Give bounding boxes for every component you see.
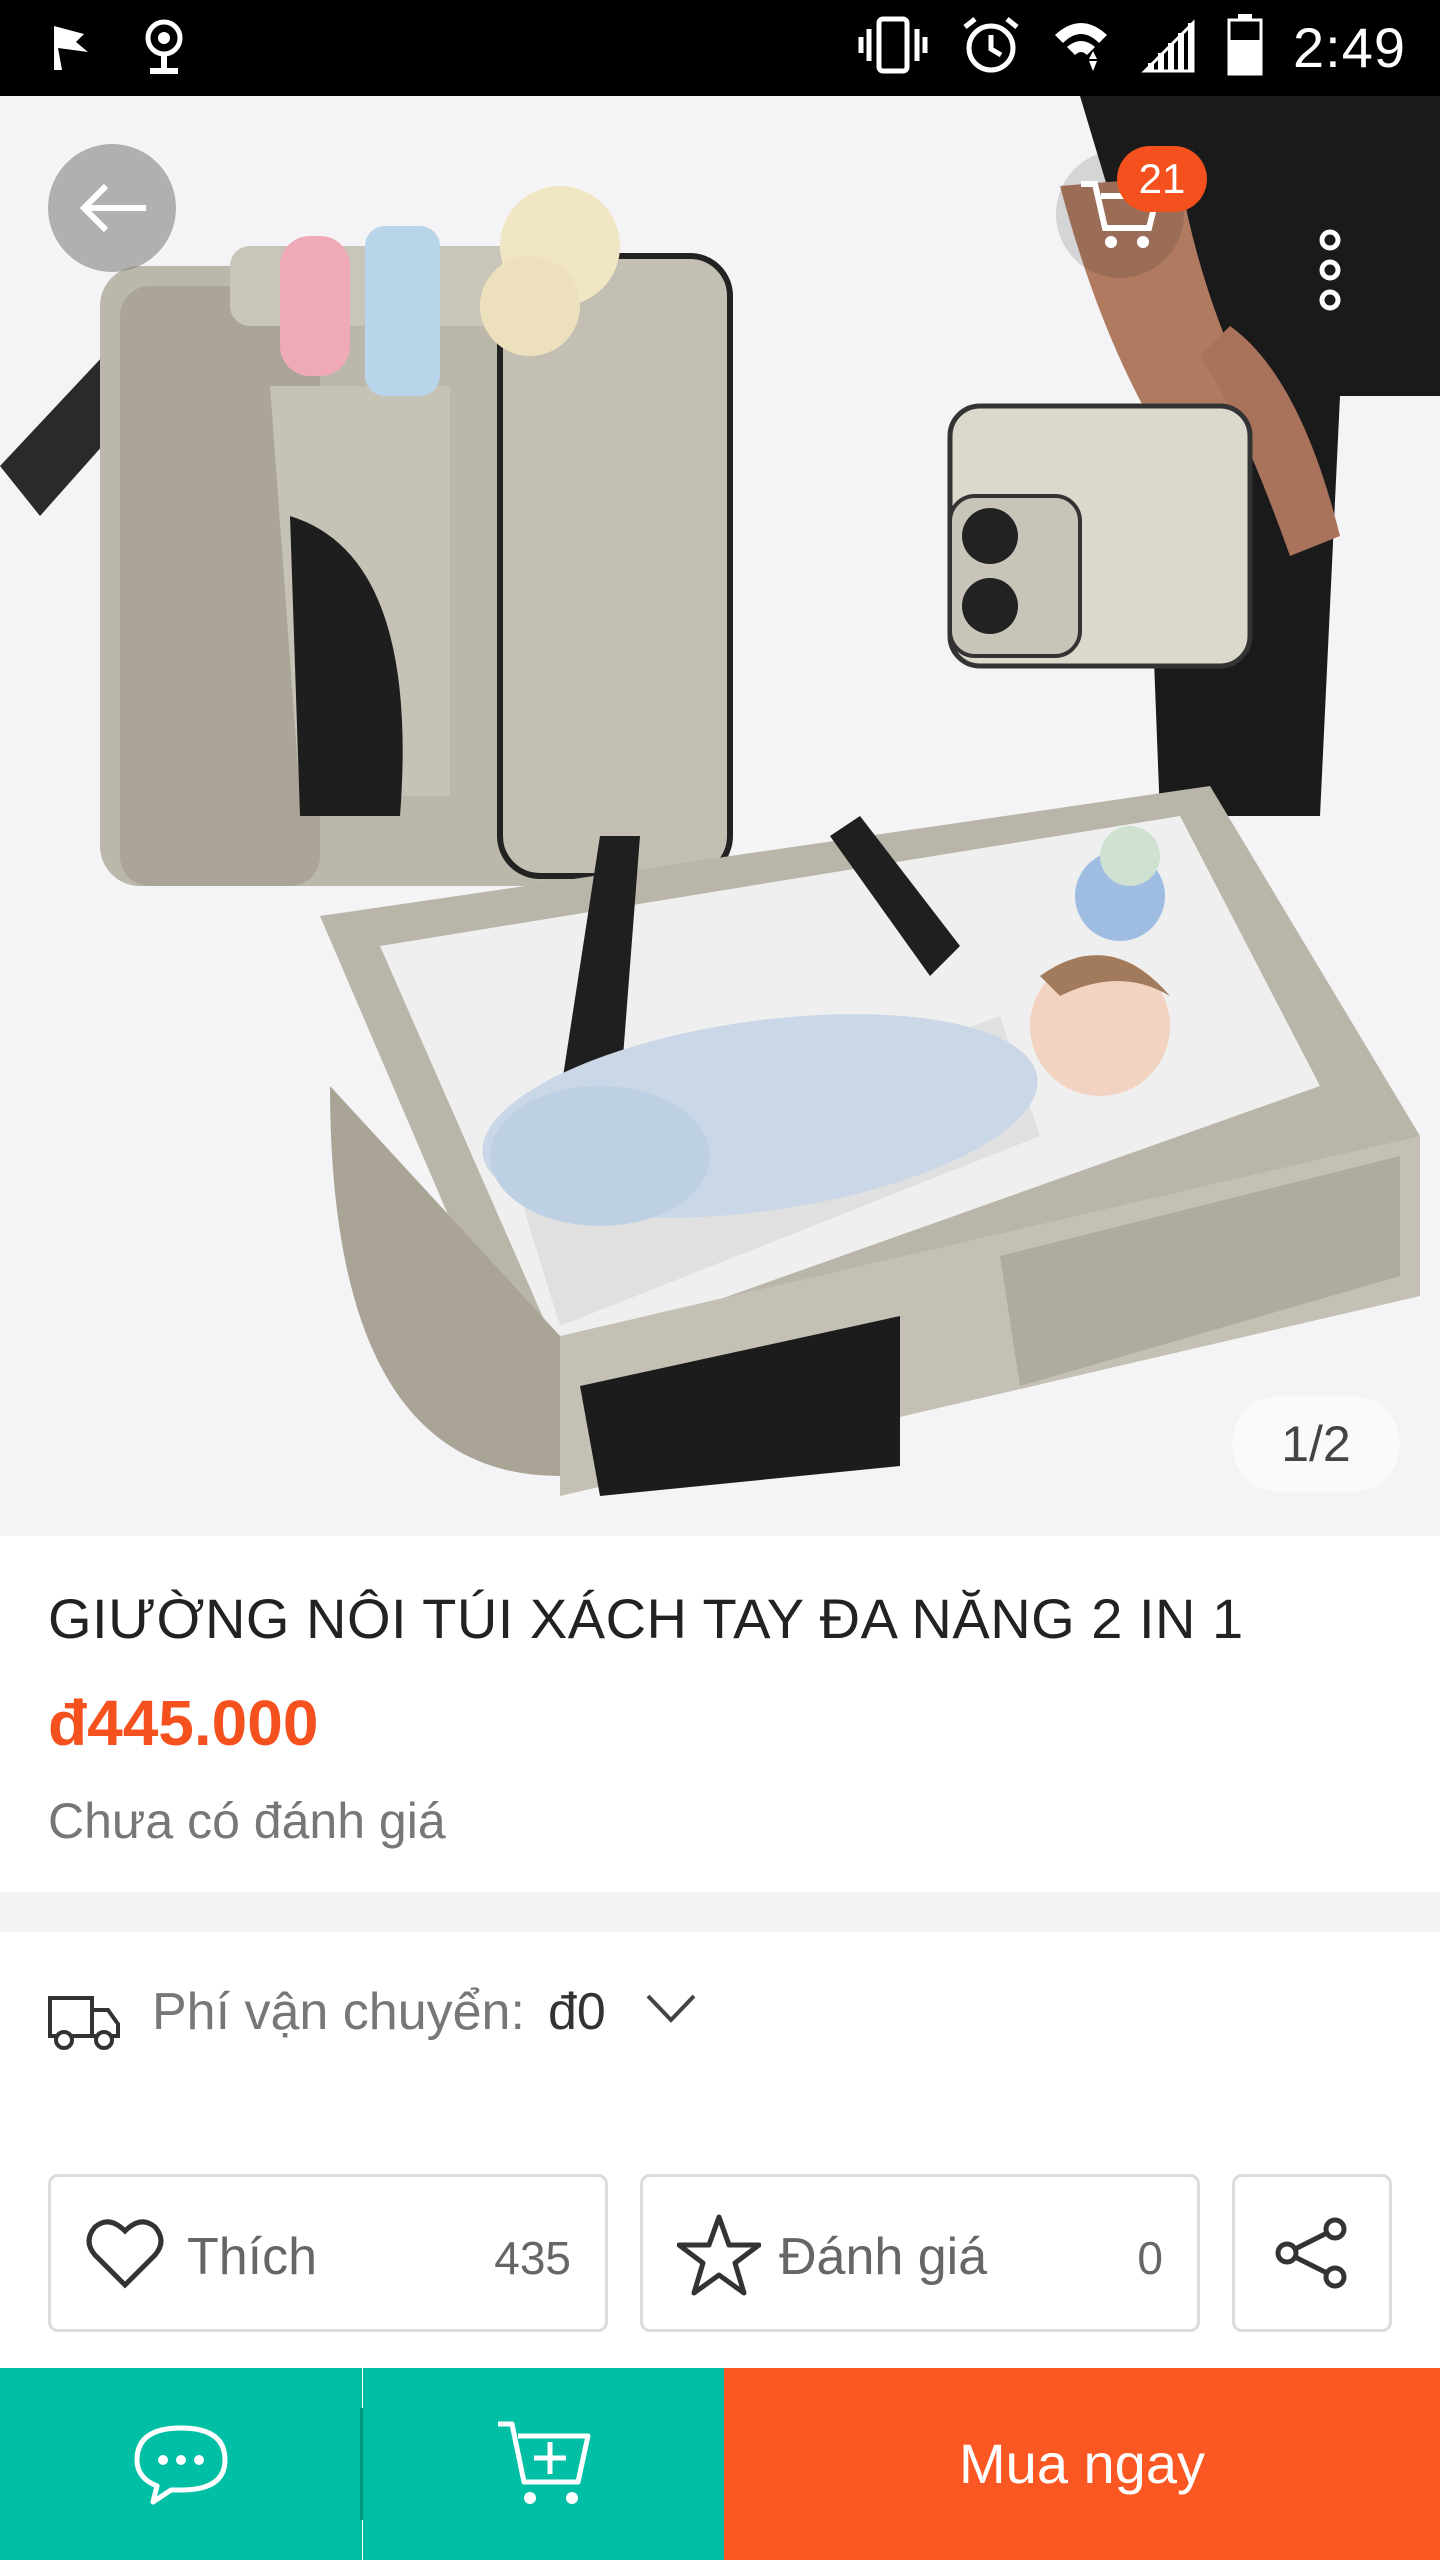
- battery-icon: [1227, 14, 1263, 81]
- shipping-row[interactable]: Phí vận chuyển: đ0: [0, 1932, 1440, 2152]
- back-button[interactable]: [48, 144, 176, 272]
- share-icon: [1273, 2217, 1353, 2294]
- chat-bubble-icon: [134, 2425, 228, 2505]
- alarm-icon: [961, 15, 1021, 80]
- rate-button[interactable]: Đánh giá 0: [640, 2174, 1200, 2332]
- like-button[interactable]: Thích 435: [48, 2174, 608, 2332]
- product-title: GIƯỜNG NÔI TÚI XÁCH TAY ĐA NĂNG 2 IN 1: [48, 1587, 1244, 1650]
- vibrate-icon: [855, 15, 931, 80]
- action-buttons: Thích 435 Đánh giá 0: [0, 2152, 1440, 2368]
- image-pager-indicator: 1/2: [1232, 1396, 1400, 1492]
- shipping-fee-label: Phí vận chuyển:: [152, 1983, 525, 2041]
- like-label: Thích: [187, 2228, 318, 2286]
- product-info: GIƯỜNG NÔI TÚI XÁCH TAY ĐA NĂNG 2 IN 1 đ…: [0, 1536, 1440, 1892]
- status-bar: 2:49: [0, 0, 1440, 96]
- like-count: 435: [494, 2232, 571, 2284]
- rate-count: 0: [1137, 2232, 1163, 2284]
- chevron-down-icon[interactable]: [644, 1990, 698, 2031]
- truck-icon: [46, 1992, 122, 2057]
- chat-button[interactable]: [0, 2368, 362, 2560]
- product-photo: [0, 96, 1440, 1496]
- add-to-cart-button[interactable]: [363, 2368, 724, 2560]
- heart-icon: [85, 2213, 165, 2298]
- bottom-bar: Mua ngay: [0, 2368, 1440, 2560]
- product-image-gallery[interactable]: 21 1/2: [0, 96, 1440, 1536]
- star-icon: [676, 2213, 762, 2302]
- rating-status: Chưa có đánh giá: [48, 1793, 446, 1849]
- shipping-fee-value: đ0: [548, 1983, 606, 2041]
- cart-plus-icon: [497, 2421, 590, 2504]
- signal-icon: [1141, 15, 1197, 80]
- more-options-button[interactable]: [1266, 206, 1394, 334]
- rate-label: Đánh giá: [779, 2228, 988, 2286]
- cart-count-badge: 21: [1117, 146, 1207, 212]
- product-price: đ445.000: [48, 1687, 319, 1759]
- clock-time: 2:49: [1293, 16, 1406, 79]
- arrow-left-icon: [79, 183, 146, 233]
- wifi-icon: [1051, 15, 1111, 80]
- buy-now-button[interactable]: Mua ngay: [724, 2368, 1440, 2560]
- section-divider: [0, 1892, 1440, 1932]
- location-pin-icon: [142, 18, 186, 83]
- share-button[interactable]: [1232, 2174, 1392, 2332]
- flag-icon: [48, 22, 92, 79]
- more-vertical-icon: [1319, 229, 1341, 311]
